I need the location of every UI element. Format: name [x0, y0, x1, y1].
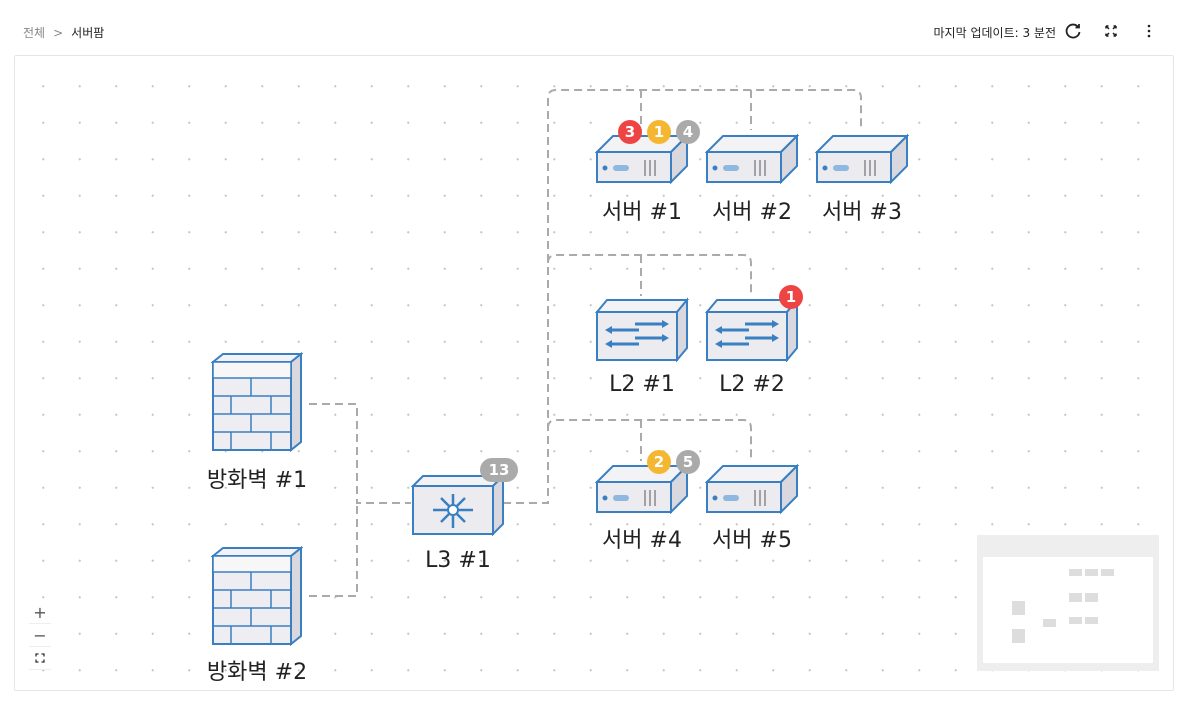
- node-label-server-1: 서버 #1: [602, 200, 682, 225]
- minimap-node: [1101, 569, 1114, 576]
- node-label-l2-1: L2 #1: [609, 372, 675, 397]
- minimap-node: [1012, 601, 1025, 615]
- node-label-firewall-1: 방화벽 #1: [206, 468, 308, 493]
- fullscreen-icon: [1105, 25, 1117, 37]
- breadcrumb-current: 서버팜: [71, 26, 105, 40]
- l2-2-critical-badge[interactable]: 1: [779, 285, 803, 309]
- server-1-warning-badge[interactable]: 1: [647, 120, 671, 144]
- minimap-node: [1012, 629, 1025, 643]
- server-4-warning-badge[interactable]: 2: [647, 450, 671, 474]
- l3-info-badge[interactable]: 13: [480, 458, 518, 482]
- minimap-node: [1085, 617, 1098, 624]
- fullscreen-button[interactable]: [1100, 20, 1122, 42]
- top-bar: 전체 > 서버팜 마지막 업데이트: 3 분전: [0, 0, 1200, 56]
- node-firewall-2[interactable]: [210, 545, 304, 648]
- node-server-2[interactable]: [704, 132, 800, 185]
- zoom-out-button[interactable]: −: [29, 624, 51, 647]
- last-update-status: 마지막 업데이트: 3 분전: [933, 26, 1056, 40]
- refresh-icon: [1065, 23, 1081, 39]
- edge-fw2-l3: [309, 503, 358, 597]
- node-label-server-2: 서버 #2: [712, 200, 792, 225]
- refresh-button[interactable]: [1062, 20, 1084, 42]
- server-1-info-badge[interactable]: 4: [676, 120, 700, 144]
- more-vertical-icon: [1147, 24, 1151, 38]
- edge-l2-row: [547, 254, 752, 296]
- minimap-node: [1069, 593, 1082, 602]
- server-4-info-badge[interactable]: 5: [676, 450, 700, 474]
- node-label-l3-1: L3 #1: [425, 548, 491, 573]
- node-label-server-5: 서버 #5: [712, 528, 792, 553]
- server-icon: [594, 463, 690, 515]
- minimap-node: [1069, 617, 1082, 624]
- node-label-server-4: 서버 #4: [602, 528, 682, 553]
- breadcrumb-separator: >: [53, 25, 64, 40]
- node-server-3[interactable]: [814, 132, 910, 185]
- firewall-icon: [210, 351, 304, 453]
- breadcrumb-root[interactable]: 전체: [23, 24, 45, 41]
- node-firewall-1[interactable]: [210, 351, 304, 454]
- server-icon: [704, 133, 800, 185]
- node-label-server-3: 서버 #3: [822, 200, 902, 225]
- fit-view-icon: [35, 653, 45, 663]
- node-server-5[interactable]: [704, 462, 800, 515]
- node-server-4[interactable]: [594, 462, 690, 515]
- minimap-node: [1069, 569, 1082, 576]
- more-menu-button[interactable]: [1138, 20, 1160, 42]
- node-l2-switch-1[interactable]: [594, 296, 690, 363]
- zoom-controls: + −: [29, 601, 51, 670]
- zoom-in-button[interactable]: +: [29, 601, 51, 624]
- node-label-l2-2: L2 #2: [719, 372, 785, 397]
- minimap-node: [1085, 569, 1098, 576]
- minimap-node: [1085, 593, 1098, 602]
- breadcrumb: 전체 > 서버팜: [23, 24, 104, 41]
- topology-canvas[interactable]: 방화벽 #1 방화벽 #2 L3 #1 13 서버 #1 3 1 4 서버 #2…: [14, 55, 1174, 691]
- minimap-node: [1043, 619, 1056, 627]
- l2-switch-icon: [594, 297, 690, 363]
- minimap[interactable]: [977, 535, 1159, 671]
- fit-view-button[interactable]: [29, 647, 51, 670]
- node-server-1[interactable]: [594, 132, 690, 185]
- server-icon: [594, 133, 690, 185]
- server-icon: [704, 463, 800, 515]
- edge-fw1-l3: [309, 403, 411, 504]
- firewall-icon: [210, 545, 304, 647]
- server-1-critical-badge[interactable]: 3: [618, 120, 642, 144]
- minimap-viewport[interactable]: [983, 557, 1153, 663]
- server-icon: [814, 133, 910, 185]
- node-label-firewall-2: 방화벽 #2: [206, 660, 308, 685]
